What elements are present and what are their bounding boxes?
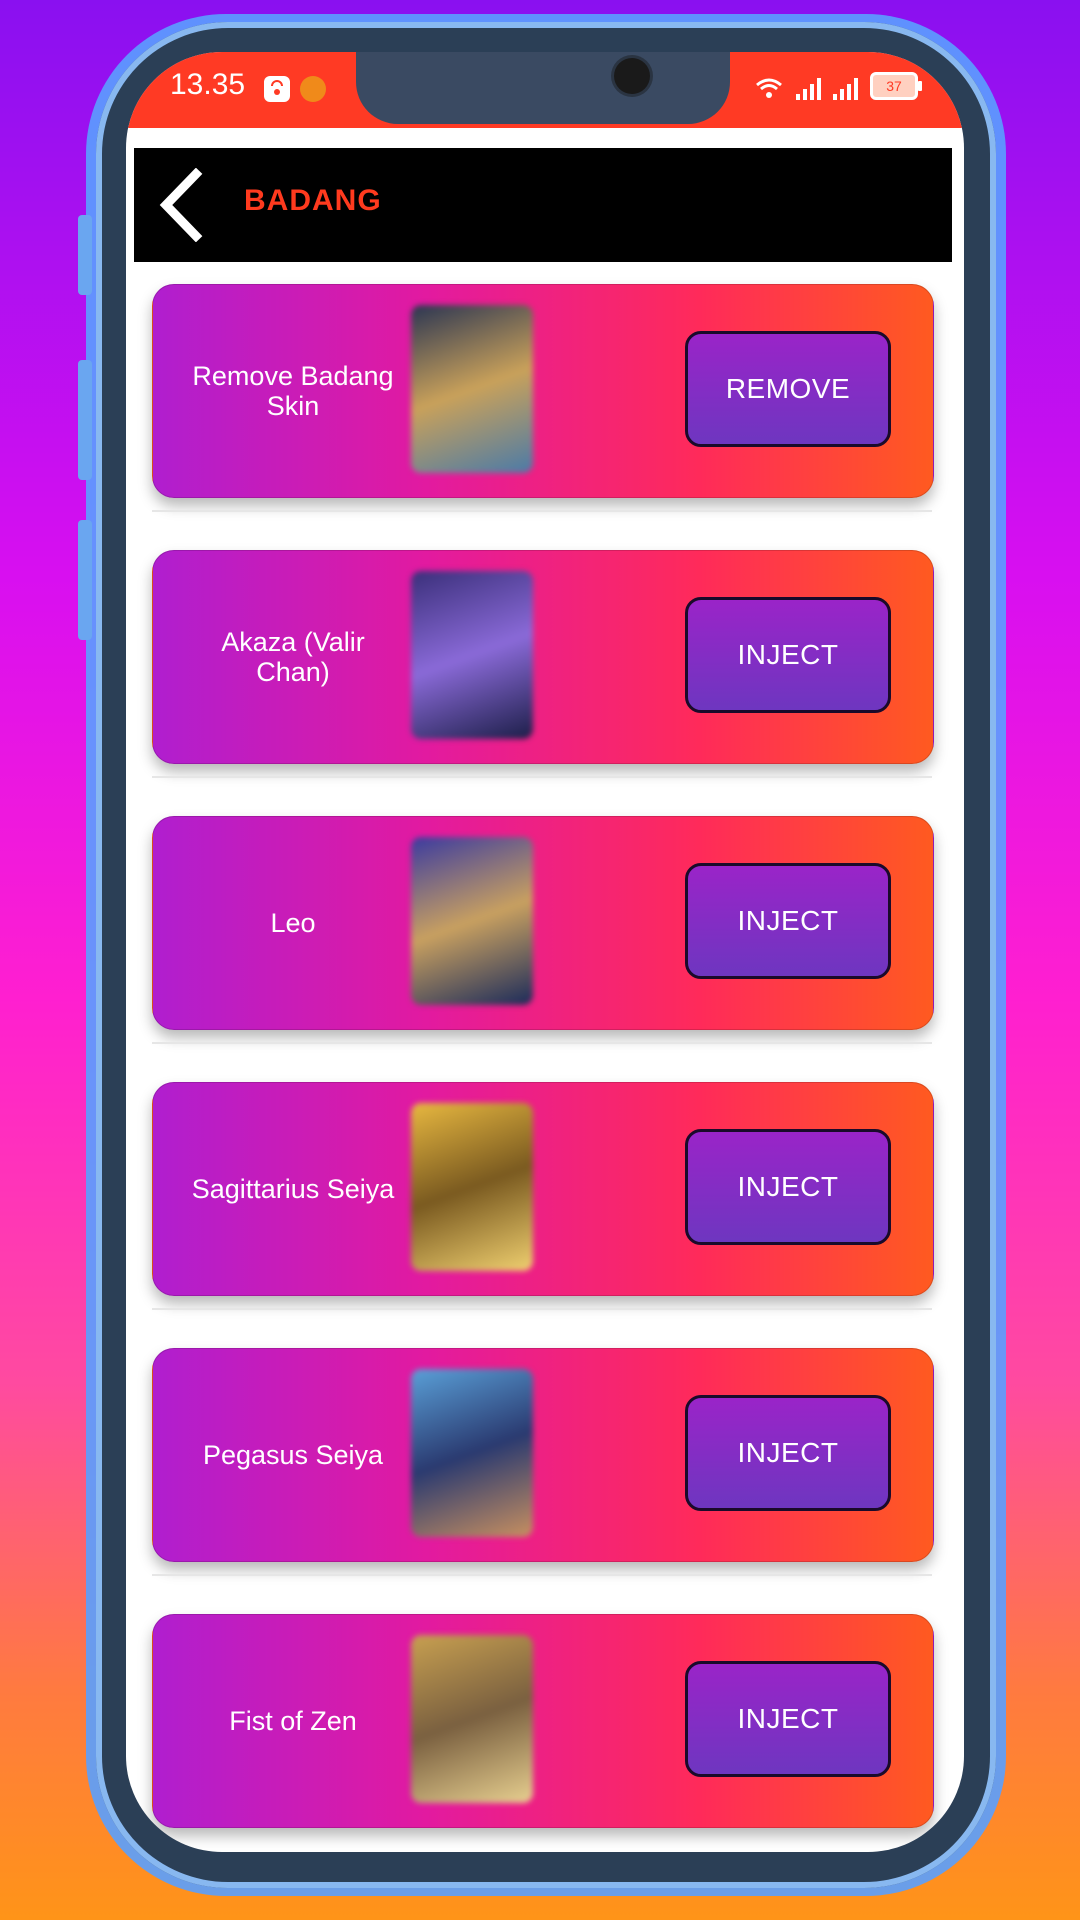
side-button	[78, 520, 92, 640]
status-time: 13.35	[170, 68, 246, 101]
skin-thumbnail	[411, 1103, 533, 1271]
signal-icon	[796, 76, 821, 100]
skin-thumbnail	[411, 1369, 533, 1537]
list-divider	[152, 1574, 932, 1576]
notch	[356, 52, 730, 124]
skin-name: Akaza (Valir Chan)	[221, 627, 365, 687]
front-camera	[614, 58, 650, 94]
inject-button[interactable]: INJECT	[685, 1661, 891, 1777]
remove-button[interactable]: REMOVE	[685, 331, 891, 447]
skin-card: Leo INJECT	[152, 816, 934, 1030]
back-button[interactable]	[154, 167, 224, 243]
app-notification-icon	[300, 76, 326, 102]
skin-thumbnail	[411, 305, 533, 473]
side-button	[78, 360, 92, 480]
shopping-bag-icon	[264, 76, 290, 102]
skin-name: Remove Badang Skin	[192, 361, 394, 421]
inject-button[interactable]: INJECT	[685, 597, 891, 713]
wifi-icon	[756, 78, 782, 98]
status-bar: 13.35 37	[126, 52, 964, 128]
battery-icon: 37	[870, 72, 922, 100]
page-title: BADANG	[244, 184, 382, 217]
list-divider	[152, 1308, 932, 1310]
inject-button[interactable]: INJECT	[685, 1395, 891, 1511]
app-header: BADANG	[134, 148, 952, 262]
list-divider	[152, 510, 932, 512]
skin-card: Remove Badang Skin REMOVE	[152, 284, 934, 498]
skin-card: Sagittarius Seiya INJECT	[152, 1082, 934, 1296]
status-icons: 37	[754, 72, 922, 100]
skin-name: Pegasus Seiya	[202, 1440, 384, 1470]
phone-screen: 13.35 37 BADANG Remove Badang Skin REMOV…	[126, 52, 964, 1852]
skin-card: Fist of Zen INJECT	[152, 1614, 934, 1828]
list-divider	[152, 1042, 932, 1044]
skin-thumbnail	[411, 837, 533, 1005]
side-button	[78, 215, 92, 295]
list-divider	[152, 776, 932, 778]
inject-button[interactable]: INJECT	[685, 863, 891, 979]
skin-name: Fist of Zen	[229, 1706, 357, 1736]
skin-card: Pegasus Seiya INJECT	[152, 1348, 934, 1562]
skin-card: Akaza (Valir Chan) INJECT	[152, 550, 934, 764]
inject-button[interactable]: INJECT	[685, 1129, 891, 1245]
skin-name: Sagittarius Seiya	[191, 1174, 395, 1204]
chevron-left-icon	[159, 167, 203, 243]
skin-name: Leo	[270, 908, 316, 938]
signal-icon	[833, 76, 858, 100]
skin-thumbnail	[411, 1635, 533, 1803]
skin-thumbnail	[411, 571, 533, 739]
